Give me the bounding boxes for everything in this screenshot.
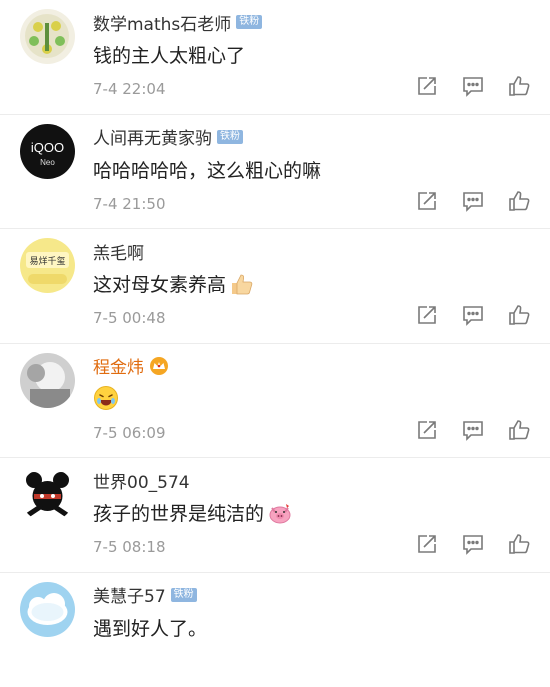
like-icon[interactable] [508, 75, 530, 97]
share-icon[interactable] [416, 533, 438, 555]
vip-crown-icon [149, 356, 169, 376]
comment-icon[interactable] [462, 533, 484, 555]
avatar[interactable]: 易烊千玺 [20, 238, 75, 293]
user-name[interactable]: 世界00_574 [93, 468, 190, 493]
comment-icon[interactable] [462, 190, 484, 212]
comment-item: 程金炜 7-5 06:09 [0, 344, 550, 459]
comment-item: iQOO Neo 人间再无黄家驹 铁粉 哈哈哈哈哈，这么粗心的嘛 7-4 21:… [0, 115, 550, 230]
share-icon[interactable] [416, 304, 438, 326]
share-icon[interactable] [416, 190, 438, 212]
comment-item: 数学maths石老师 铁粉 钱的主人太粗心了 7-4 22:04 [0, 0, 550, 115]
svg-text:Neo: Neo [40, 158, 55, 167]
comment-list: 数学maths石老师 铁粉 钱的主人太粗心了 7-4 22:04 iQOO Ne… [0, 0, 550, 687]
user-name[interactable]: 数学maths石老师 [93, 10, 231, 35]
svg-text:易烊千玺: 易烊千玺 [29, 255, 65, 267]
thumbs-up-emoji-icon [229, 271, 255, 297]
user-name[interactable]: 美慧子57 [93, 582, 166, 607]
like-icon[interactable] [508, 304, 530, 326]
like-icon[interactable] [508, 419, 530, 441]
comment-item: 易烊千玺 羔毛啊 这对母女素养高 7-5 00:48 [0, 229, 550, 344]
user-name[interactable]: 程金炜 [93, 353, 144, 378]
laughing-emoji-icon [93, 385, 119, 411]
comment-time: 7-5 00:48 [93, 309, 166, 327]
comment-time: 7-4 21:50 [93, 195, 166, 213]
comment-time: 7-5 08:18 [93, 538, 166, 556]
pig-emoji-icon [267, 500, 293, 526]
comment-text: 钱的主人太粗心了 [93, 41, 245, 68]
avatar[interactable] [20, 353, 75, 408]
avatar[interactable] [20, 467, 75, 522]
avatar[interactable] [20, 582, 75, 637]
comment-icon[interactable] [462, 304, 484, 326]
comment-time: 7-4 22:04 [93, 80, 166, 98]
fan-badge: 铁粉 [236, 15, 262, 29]
fan-badge: 铁粉 [217, 130, 243, 144]
user-name[interactable]: 人间再无黄家驹 [93, 124, 212, 149]
share-icon[interactable] [416, 419, 438, 441]
comment-text: 遇到好人了。 [93, 614, 207, 641]
comment-text: 孩子的世界是纯洁的 [93, 499, 293, 526]
user-name[interactable]: 羔毛啊 [93, 239, 144, 264]
comment-icon[interactable] [462, 419, 484, 441]
like-icon[interactable] [508, 190, 530, 212]
comment-icon[interactable] [462, 75, 484, 97]
avatar[interactable]: iQOO Neo [20, 124, 75, 179]
comment-text: 这对母女素养高 [93, 270, 255, 297]
comment-item: 世界00_574 孩子的世界是纯洁的 7-5 08:18 [0, 458, 550, 573]
comment-text [93, 385, 122, 411]
comment-time: 7-5 06:09 [93, 424, 166, 442]
comment-item: 美慧子57 铁粉 遇到好人了。 [0, 573, 550, 687]
comment-text: 哈哈哈哈哈，这么粗心的嘛 [93, 156, 321, 183]
fan-badge: 铁粉 [171, 588, 197, 602]
avatar[interactable] [20, 9, 75, 64]
share-icon[interactable] [416, 75, 438, 97]
like-icon[interactable] [508, 533, 530, 555]
svg-text:iQOO: iQOO [31, 140, 64, 155]
